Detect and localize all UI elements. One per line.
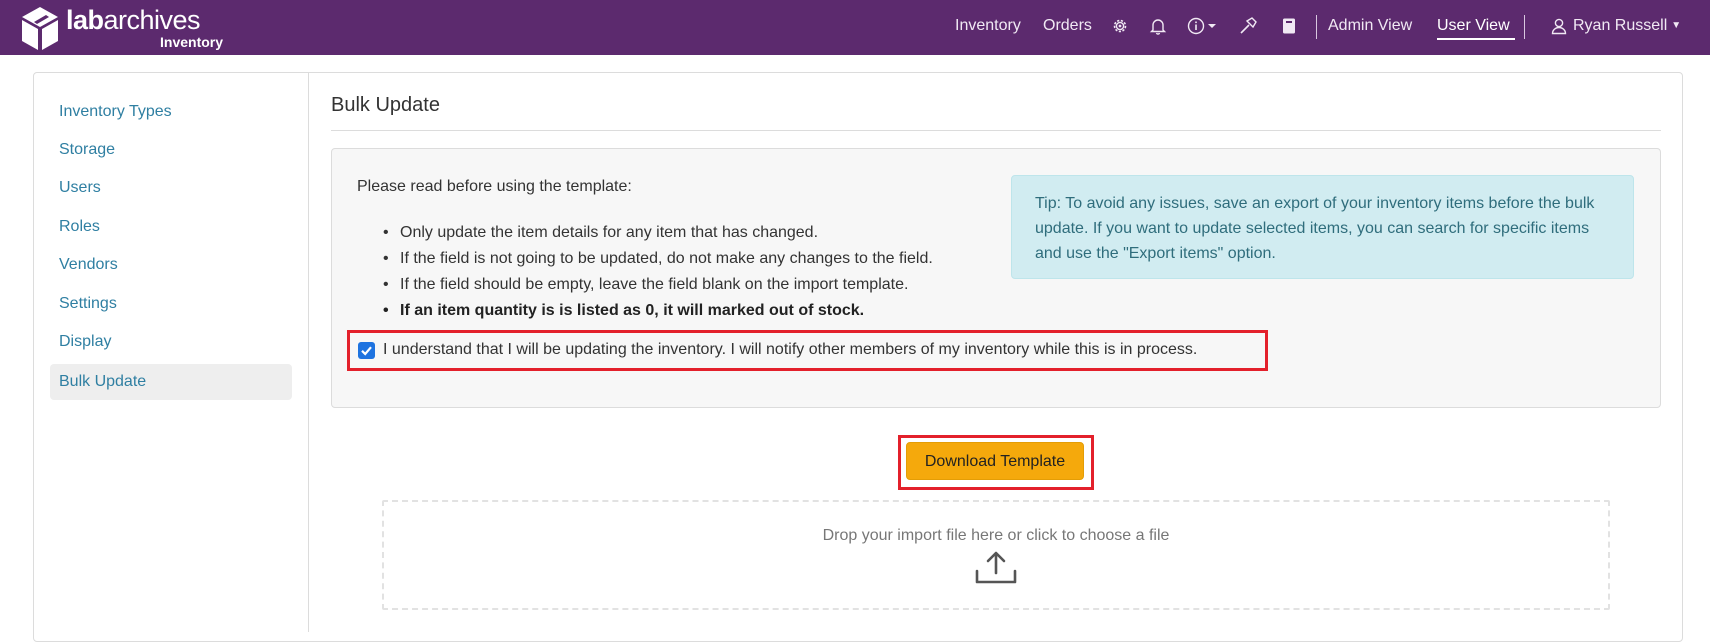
sidebar-item-storage[interactable]: Storage [50, 132, 292, 168]
notebook-icon[interactable] [1279, 16, 1299, 36]
instructions-heading: Please read before using the template: [357, 178, 632, 195]
dropzone-text: Drop your import file here or click to c… [822, 527, 1170, 544]
upload-icon [975, 551, 1017, 584]
chevron-down-icon[interactable] [1206, 16, 1218, 36]
top-navbar: labarchives Inventory Inventory Orders A… [0, 0, 1710, 55]
sidebar-item-settings[interactable]: Settings [50, 286, 292, 322]
acknowledge-checkbox[interactable] [358, 342, 375, 359]
chevron-down-icon: ▼ [1671, 20, 1682, 32]
user-name: Ryan Russell [1573, 17, 1668, 34]
tip-alert: Tip: To avoid any issues, save an export… [1011, 175, 1634, 279]
list-item: If the field is not going to be updated,… [383, 246, 933, 272]
title-divider [331, 130, 1661, 131]
nav-link-orders[interactable]: Orders [1043, 17, 1092, 35]
user-menu[interactable]: Ryan Russell ▼ [1573, 17, 1681, 35]
labarchives-logo-icon [22, 7, 58, 50]
brand-subtitle: Inventory [160, 34, 224, 50]
acknowledge-label[interactable]: I understand that I will be updating the… [383, 341, 1197, 359]
nav-divider [1524, 15, 1525, 39]
info-icon[interactable] [1186, 16, 1206, 36]
bell-icon[interactable] [1148, 16, 1168, 36]
sidebar-item-display[interactable]: Display [50, 324, 292, 360]
hammer-icon[interactable] [1238, 16, 1258, 36]
sidebar-item-users[interactable]: Users [50, 170, 292, 206]
brand-name: labarchives [66, 5, 201, 35]
list-item: Only update the item details for any ite… [383, 220, 933, 246]
page-title: Bulk Update [331, 94, 440, 116]
user-icon[interactable] [1549, 16, 1569, 36]
checkmark-icon [361, 346, 372, 356]
nav-divider [1316, 15, 1317, 39]
download-template-button[interactable]: Download Template [906, 442, 1084, 480]
user-view-link[interactable]: User View [1437, 17, 1510, 35]
sidebar-item-vendors[interactable]: Vendors [50, 247, 292, 283]
list-item: If an item quantity is is listed as 0, i… [383, 298, 933, 324]
sidebar-item-roles[interactable]: Roles [50, 209, 292, 245]
rules-list: Only update the item details for any ite… [383, 220, 933, 324]
active-view-underline [1437, 38, 1515, 40]
gear-icon[interactable] [1110, 16, 1130, 36]
sidebar-item-inventory-types[interactable]: Inventory Types [50, 94, 292, 130]
nav-link-inventory[interactable]: Inventory [955, 17, 1021, 35]
sidebar-item-bulk-update[interactable]: Bulk Update [50, 364, 292, 400]
admin-view-link[interactable]: Admin View [1328, 17, 1412, 35]
list-item: If the field should be empty, leave the … [383, 272, 933, 298]
